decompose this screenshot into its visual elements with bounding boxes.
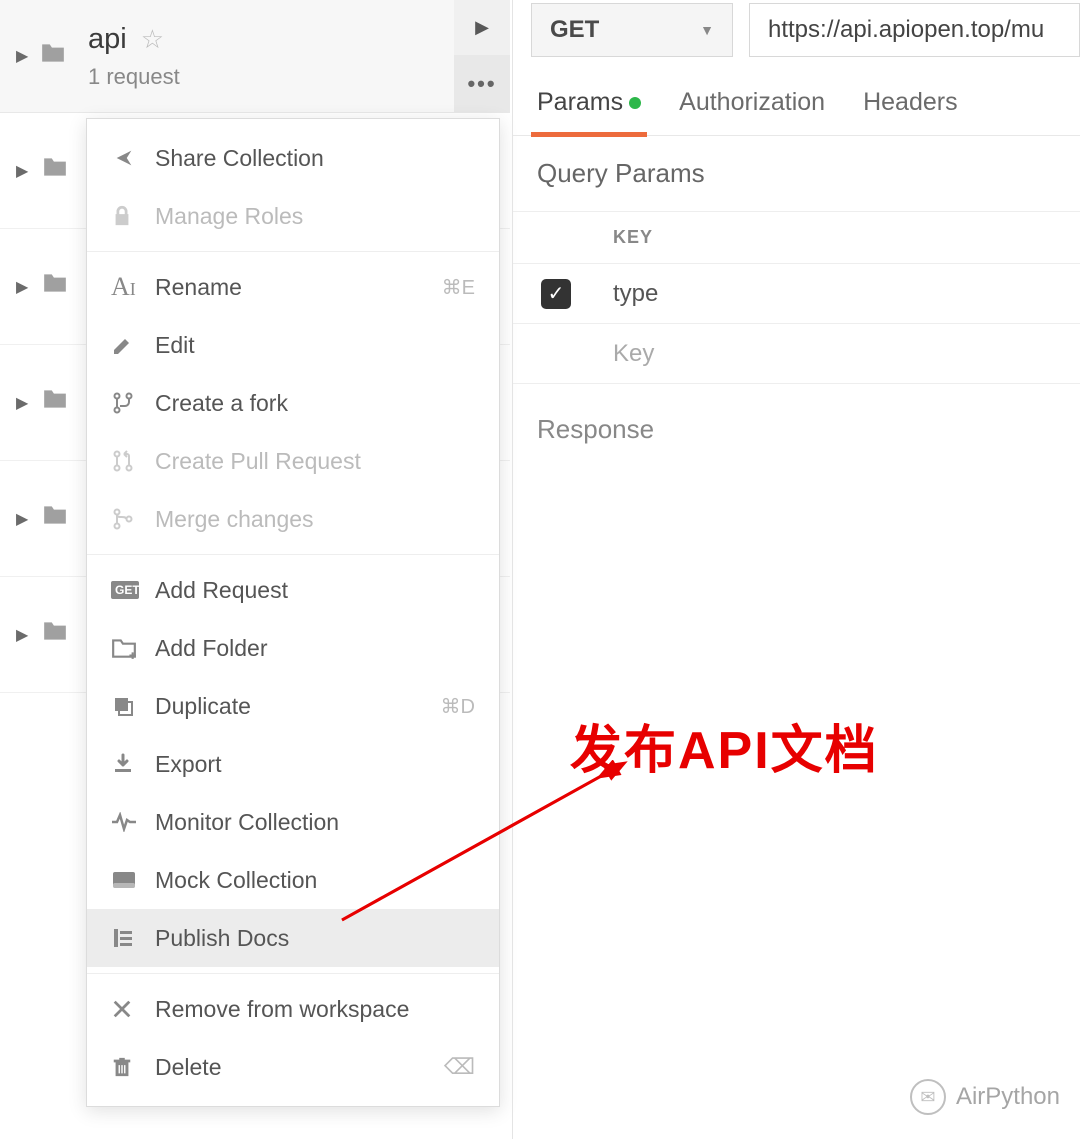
menu-item-label: Edit — [155, 332, 475, 359]
menu-item-label: Export — [155, 751, 475, 778]
param-key-cell[interactable]: type — [599, 280, 1080, 308]
menu-divider — [87, 251, 499, 252]
watermark: ✉ AirPython — [910, 1079, 1060, 1115]
menu-item-share[interactable]: Share Collection — [87, 129, 499, 187]
menu-item-label: Remove from workspace — [155, 996, 475, 1023]
param-new-row[interactable]: Key — [513, 324, 1080, 384]
run-collection-button[interactable]: ▶ — [454, 0, 510, 56]
menu-item-monitor[interactable]: Monitor Collection — [87, 793, 499, 851]
menu-item-get[interactable]: GETAdd Request — [87, 561, 499, 619]
dup-icon — [111, 694, 155, 718]
folder-icon — [42, 156, 68, 185]
menu-item-addfold[interactable]: Add Folder — [87, 619, 499, 677]
menu-item-export[interactable]: Export — [87, 735, 499, 793]
menu-item-label: Share Collection — [155, 145, 475, 172]
menu-item-dup[interactable]: Duplicate⌘D — [87, 677, 499, 735]
collection-title: api — [88, 23, 127, 56]
get-icon: GET — [111, 581, 155, 599]
more-options-button[interactable]: ••• — [454, 56, 510, 112]
tab-headers[interactable]: Headers — [863, 88, 958, 135]
request-tabs: Params Authorization Headers — [513, 60, 1080, 136]
param-checkbox[interactable]: ✓ — [541, 279, 571, 309]
mock-icon — [111, 870, 155, 890]
active-dot-icon — [629, 97, 641, 109]
menu-item-label: Rename — [155, 274, 442, 301]
remove-icon — [111, 998, 155, 1020]
menu-item-label: Create a fork — [155, 390, 475, 417]
menu-item-edit[interactable]: Edit — [87, 316, 499, 374]
query-params-title: Query Params — [513, 136, 1080, 211]
params-table: KEY ✓ type Key — [513, 211, 1080, 384]
sidebar: ▶ api ☆ 1 request ▶ ••• ▶ ▶ ▶ ▶ ▶ Share … — [0, 0, 510, 1139]
menu-item-label: Mock Collection — [155, 867, 475, 894]
collection-header[interactable]: ▶ api ☆ 1 request ▶ ••• — [0, 0, 510, 113]
menu-divider — [87, 554, 499, 555]
menu-item-label: Duplicate — [155, 693, 441, 720]
share-icon — [111, 147, 155, 169]
menu-item-rename[interactable]: AIRename⌘E — [87, 258, 499, 316]
menu-item-label: Add Request — [155, 577, 475, 604]
pr-icon — [111, 449, 155, 473]
params-header-row: KEY — [513, 212, 1080, 264]
param-key-placeholder[interactable]: Key — [599, 340, 1080, 368]
method-value: GET — [550, 16, 599, 44]
menu-item-label: Publish Docs — [155, 925, 475, 952]
folder-icon — [42, 388, 68, 417]
folder-icon — [42, 620, 68, 649]
param-row[interactable]: ✓ type — [513, 264, 1080, 324]
response-section-title: Response — [513, 384, 1080, 475]
tab-authorization[interactable]: Authorization — [679, 88, 825, 135]
merge-icon — [111, 507, 155, 531]
menu-item-shortcut: ⌫ — [444, 1054, 475, 1080]
delete-icon — [111, 1055, 155, 1079]
menu-item-shortcut: ⌘D — [441, 694, 475, 719]
watermark-text: AirPython — [956, 1083, 1060, 1111]
edit-icon — [111, 333, 155, 357]
folder-icon — [42, 504, 68, 533]
menu-item-label: Manage Roles — [155, 203, 475, 230]
caret-right-icon[interactable]: ▶ — [16, 46, 34, 66]
menu-item-publish[interactable]: Publish Docs — [87, 909, 499, 967]
menu-item-label: Delete — [155, 1054, 444, 1081]
menu-item-mock[interactable]: Mock Collection — [87, 851, 499, 909]
menu-item-fork[interactable]: Create a fork — [87, 374, 499, 432]
menu-item-label: Merge changes — [155, 506, 475, 533]
key-column-header: KEY — [599, 227, 1080, 248]
wechat-icon: ✉ — [910, 1079, 946, 1115]
addfold-icon — [111, 637, 155, 659]
method-select[interactable]: GET ▼ — [531, 3, 733, 57]
annotation-text: 发布API文档 — [570, 708, 879, 783]
lock-icon — [111, 204, 155, 228]
export-icon — [111, 752, 155, 776]
url-input[interactable]: https://api.apiopen.top/mu — [749, 3, 1080, 57]
monitor-icon — [111, 812, 155, 832]
menu-item-shortcut: ⌘E — [442, 275, 475, 300]
tab-params[interactable]: Params — [537, 88, 641, 135]
menu-item-lock: Manage Roles — [87, 187, 499, 245]
menu-item-merge: Merge changes — [87, 490, 499, 548]
rename-icon: AI — [111, 272, 155, 302]
menu-item-label: Add Folder — [155, 635, 475, 662]
request-pane: GET ▼ https://api.apiopen.top/mu Params … — [512, 0, 1080, 1139]
menu-divider — [87, 973, 499, 974]
folder-icon — [42, 272, 68, 301]
fork-icon — [111, 391, 155, 415]
chevron-down-icon: ▼ — [700, 22, 714, 38]
star-icon[interactable]: ☆ — [141, 24, 164, 55]
folder-icon — [40, 42, 74, 71]
menu-item-remove[interactable]: Remove from workspace — [87, 980, 499, 1038]
collection-subtitle: 1 request — [88, 64, 180, 90]
menu-item-pr: Create Pull Request — [87, 432, 499, 490]
publish-icon — [111, 926, 155, 950]
menu-item-label: Monitor Collection — [155, 809, 475, 836]
menu-item-delete[interactable]: Delete⌫ — [87, 1038, 499, 1096]
collection-context-menu: Share Collection Manage Roles AIRename⌘E Ed… — [86, 118, 500, 1107]
menu-item-label: Create Pull Request — [155, 448, 475, 475]
